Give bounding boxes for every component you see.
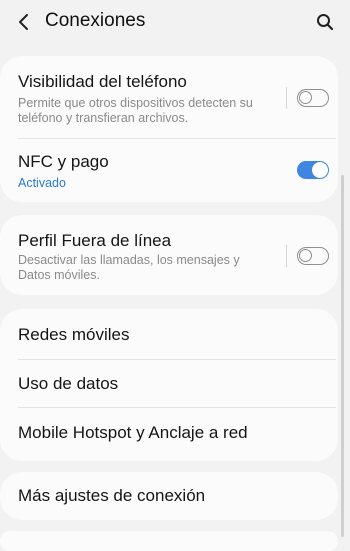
setting-offline-profile[interactable]: Perfil Fuera de línea Desactivar las lla… [0,215,338,295]
settings-card-visibility-nfc: Visibilidad del teléfono Permite que otr… [0,56,338,202]
setting-title: Perfil Fuera de línea [18,231,172,250]
toggle-knob [312,162,328,178]
search-icon [317,14,334,31]
divider-vertical [286,245,287,267]
setting-title: Mobile Hotspot y Anclaje a red [18,423,248,442]
toggle-knob [299,91,312,104]
setting-data-usage[interactable]: Uso de datos [0,360,338,408]
settings-card-next [0,531,338,551]
toggle-knob [299,249,312,262]
setting-title: NFC y pago [18,152,109,171]
page-title: Conexiones [45,10,146,31]
back-button[interactable] [10,8,38,36]
setting-nfc[interactable]: NFC y pago Activado [0,139,338,202]
nfc-toggle[interactable] [297,161,329,179]
settings-card-more: Más ajustes de conexión [0,472,338,520]
search-button[interactable] [311,8,339,36]
settings-card-offline-profile: Perfil Fuera de línea Desactivar las lla… [0,215,338,295]
setting-more-connection-settings[interactable]: Más ajustes de conexión [0,472,338,520]
setting-title: Redes móviles [18,325,130,344]
settings-card-networks: Redes móviles Uso de datos Mobile Hotspo… [0,309,338,461]
setting-hotspot-tethering[interactable]: Mobile Hotspot y Anclaje a red [0,408,338,461]
setting-phone-visibility[interactable]: Visibilidad del teléfono Permite que otr… [0,56,338,138]
setting-description: Permite que otros dispositivos detecten … [18,96,253,125]
setting-title: Más ajustes de conexión [18,486,206,505]
setting-mobile-networks[interactable]: Redes móviles [0,309,338,359]
setting-description: Desactivar las llamadas, los mensajes y … [18,253,240,282]
divider-vertical [286,87,287,109]
scrollbar[interactable] [341,175,344,537]
nfc-status-text: Activado [18,176,66,190]
setting-title: Visibilidad del teléfono [18,72,187,91]
offline-profile-toggle[interactable] [297,247,329,265]
app-bar: Conexiones [0,0,350,44]
phone-visibility-toggle[interactable] [297,89,329,107]
setting-title: Uso de datos [18,374,119,393]
back-arrow-icon [19,14,28,30]
